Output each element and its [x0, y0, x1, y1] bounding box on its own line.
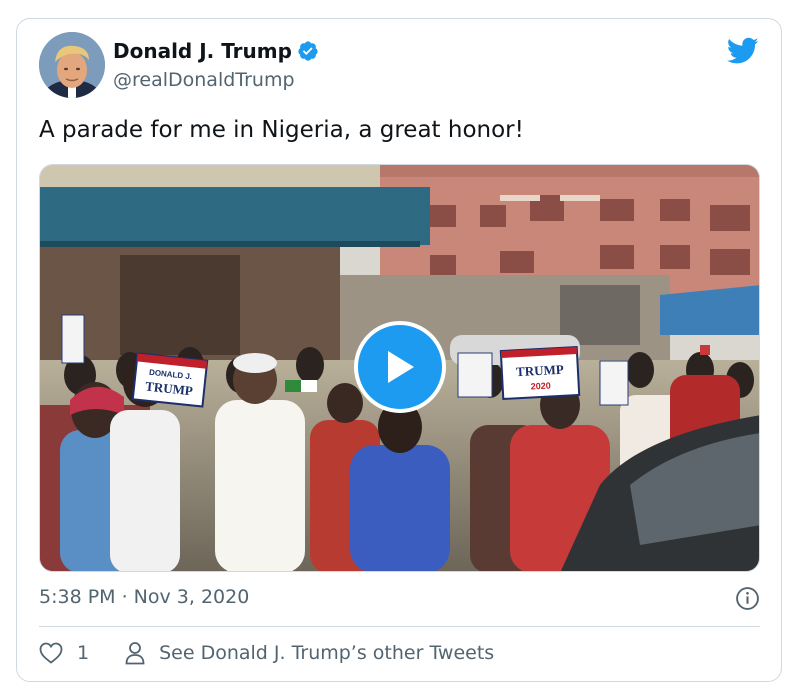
tweet-embed-card: Donald J. Trump @realDonaldTrump A parad… [16, 18, 782, 682]
heart-icon [39, 642, 63, 664]
twitter-bird-icon[interactable] [727, 37, 759, 65]
like-button[interactable]: 1 [39, 642, 89, 664]
author-handle[interactable]: @realDonaldTrump [113, 69, 295, 91]
see-other-tweets-link[interactable]: See Donald J. Trump’s other Tweets [125, 641, 494, 665]
see-other-tweets-label: See Donald J. Trump’s other Tweets [159, 642, 495, 664]
sign-center-text: TRUMP [516, 362, 564, 379]
divider [39, 626, 760, 627]
verified-badge-icon [298, 41, 318, 61]
like-count: 1 [77, 642, 90, 664]
sign-center-year: 2020 [530, 380, 551, 391]
tweet-text: A parade for me in Nigeria, a great hono… [39, 117, 524, 143]
person-icon [125, 642, 145, 665]
video-player[interactable]: DONALD J. TRUMP TRUMP 2020 [39, 164, 760, 572]
avatar[interactable] [39, 32, 105, 98]
play-button[interactable] [354, 321, 446, 413]
tweet-actions: 1 See Donald J. Trump’s other Tweets [39, 641, 494, 665]
play-icon [388, 351, 414, 383]
author-name[interactable]: Donald J. Trump [113, 39, 292, 63]
info-icon[interactable] [735, 586, 760, 611]
tweet-timestamp[interactable]: 5:38 PM · Nov 3, 2020 [39, 586, 249, 608]
